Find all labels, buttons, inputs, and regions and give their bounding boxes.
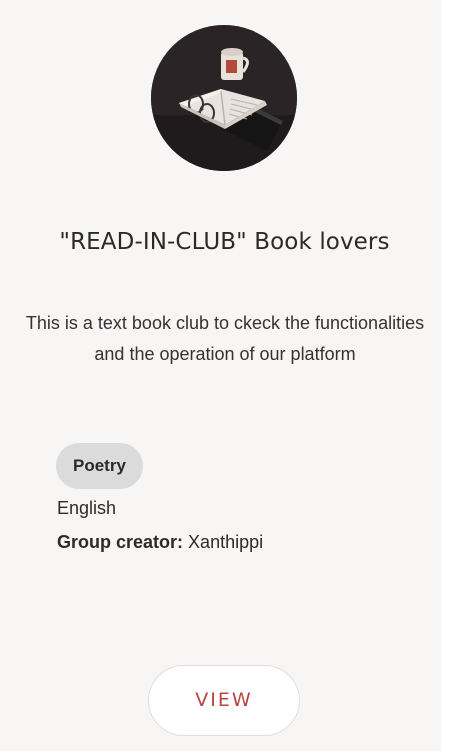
club-title: "READ-IN-CLUB" Book lovers [59,229,390,255]
club-language: English [57,498,117,518]
group-creator: Group creator: Xanthippi [57,530,263,554]
group-creator-label: Group creator: [57,532,184,552]
book-club-photo-icon [151,25,297,171]
club-description: This is a text book club to ckeck the fu… [25,313,425,364]
view-button[interactable]: VIEW [148,665,300,736]
genre-tag: Poetry [56,443,143,489]
group-creator-name: Xanthippi [188,532,264,552]
book-club-card: "READ-IN-CLUB" Book lovers This is a tex… [0,0,441,751]
